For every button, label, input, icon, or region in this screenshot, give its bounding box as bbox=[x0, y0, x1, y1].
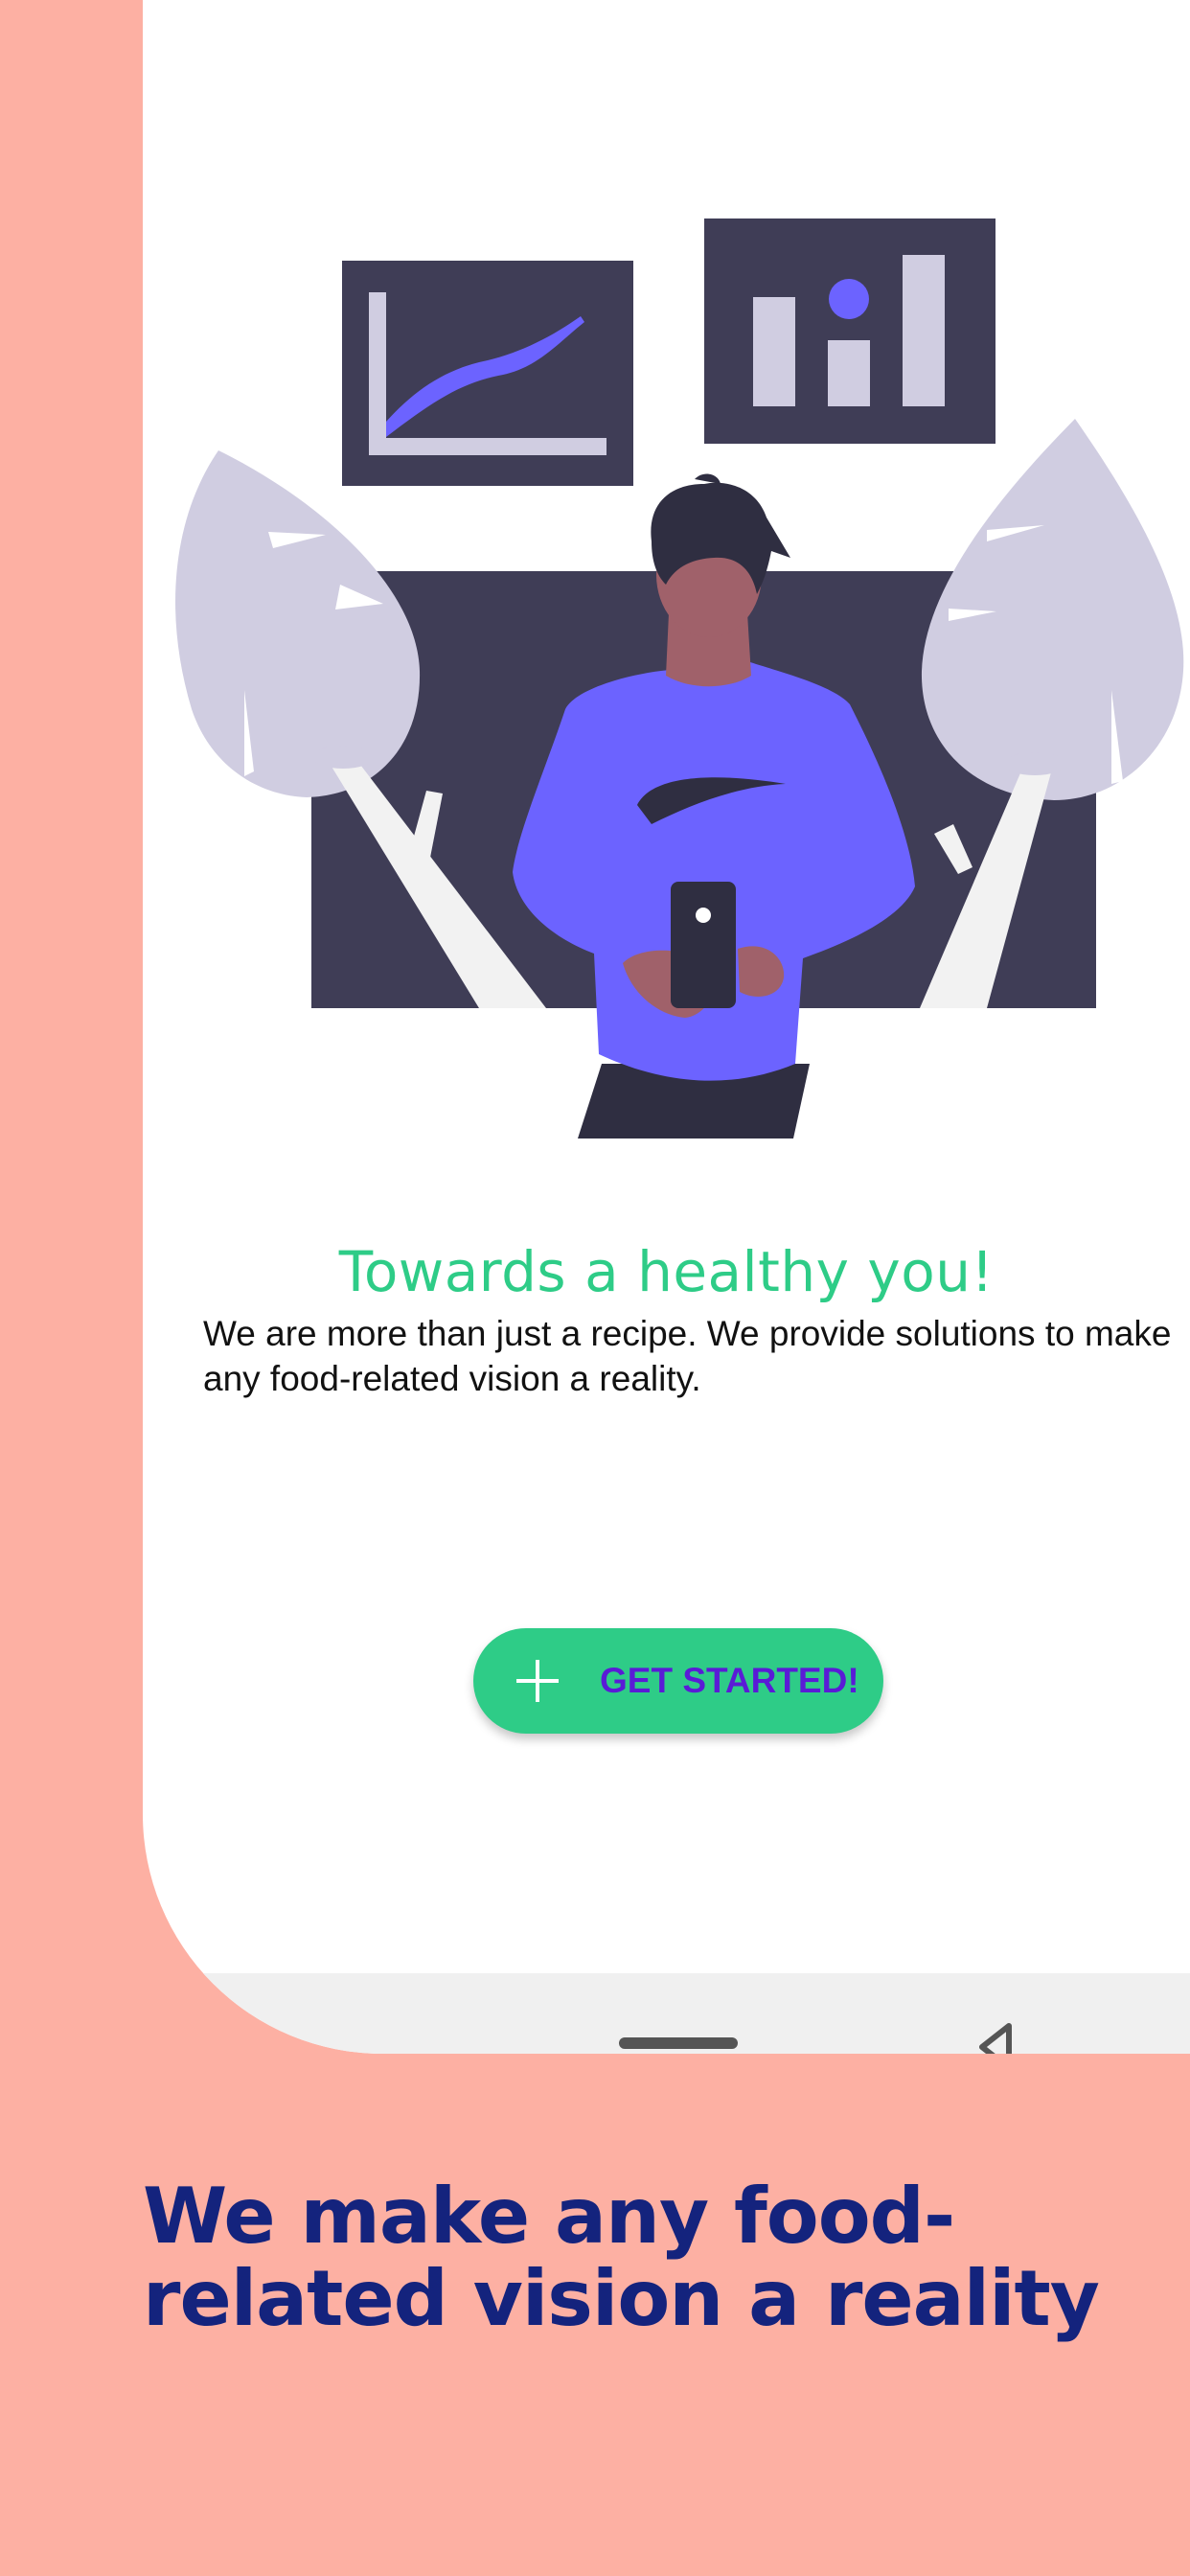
line-chart-icon bbox=[342, 261, 633, 486]
onboarding-screen: Towards a healthy you! We are more than … bbox=[143, 0, 1190, 2054]
headline: Towards a healthy you! bbox=[338, 1239, 995, 1304]
bar-chart-icon bbox=[704, 218, 995, 444]
healthy-person-illustration bbox=[175, 218, 1184, 1138]
get-started-button[interactable]: GET STARTED! bbox=[473, 1628, 883, 1734]
back-triangle-icon[interactable] bbox=[971, 2018, 1028, 2054]
home-pill-icon[interactable] bbox=[619, 2037, 738, 2049]
promo-tagline: We make any food-related vision a realit… bbox=[143, 2172, 1100, 2343]
description-text: We are more than just a recipe. We provi… bbox=[203, 1314, 1172, 1398]
phone-frame: Towards a healthy you! We are more than … bbox=[143, 0, 1190, 2054]
get-started-label: GET STARTED! bbox=[600, 1661, 859, 1700]
plus-icon bbox=[516, 1660, 559, 1702]
